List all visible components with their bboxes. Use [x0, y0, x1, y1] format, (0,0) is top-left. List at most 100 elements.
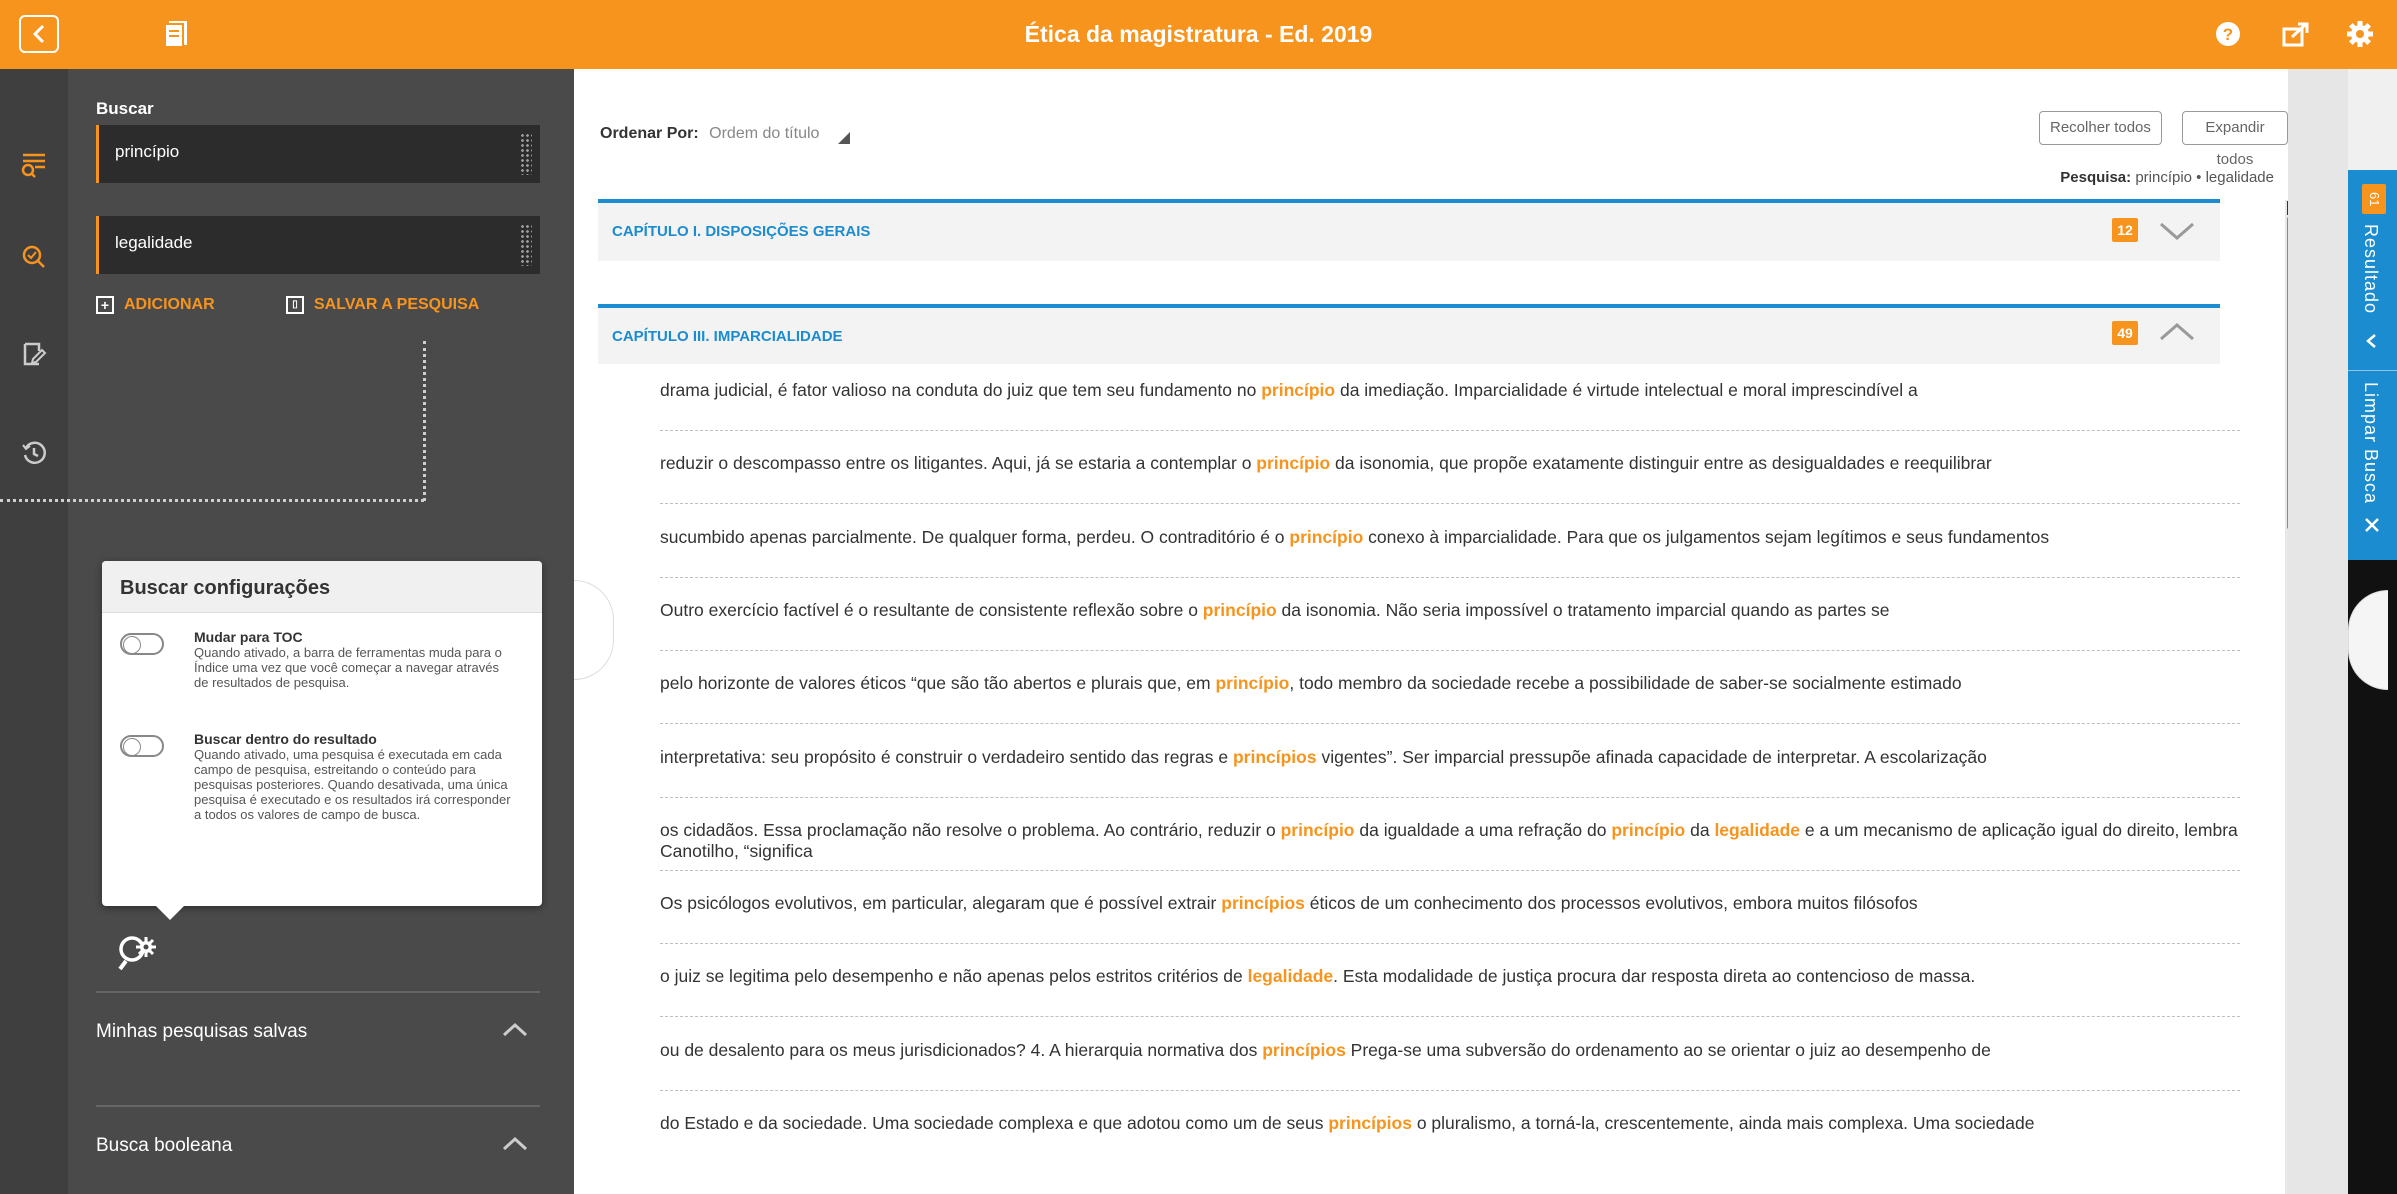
add-field-label: ADICIONAR	[124, 296, 215, 313]
snippet-text: conexo à imparcialidade. Para que os jul…	[1363, 526, 2050, 547]
boolean-search-label: Busca booleana	[96, 1135, 233, 1156]
rail-search[interactable]	[14, 237, 54, 277]
search-label: Buscar	[96, 99, 154, 118]
result-snippet[interactable]: reduzir o descompasso entre os litigante…	[660, 453, 2240, 474]
guide-dots-horizontal	[0, 499, 424, 502]
snippet-text: da isonomia. Não seria impossível o trat…	[1276, 599, 1890, 620]
saved-searches-section[interactable]: Minhas pesquisas salvas	[96, 991, 540, 1065]
collapse-all-button[interactable]: Recolher todos	[2039, 111, 2162, 145]
settings-button[interactable]	[2340, 14, 2380, 54]
snippet-text: sucumbido apenas parcialmente. De qualqu…	[660, 526, 1290, 547]
snippet-text: vigentes”. Ser imparcial pressupõe afina…	[1316, 746, 1987, 767]
snippet-text: reduzir o descompasso entre os litigante…	[660, 453, 1257, 474]
search-summary: Pesquisa: princípio • legalidade	[2060, 169, 2274, 186]
add-field-button[interactable]: + ADICIONAR	[96, 296, 215, 314]
chevron-up-icon[interactable]	[2158, 320, 2196, 344]
save-search-label: SALVAR A PESQUISA	[314, 296, 480, 313]
snippet-text: interpretativa: seu propósito é construi…	[660, 746, 1233, 767]
save-search-button[interactable]: ▯ SALVAR A PESQUISA	[286, 296, 479, 314]
clear-search-label[interactable]: Limpar Busca	[2360, 382, 2381, 504]
rail-notes[interactable]	[14, 334, 54, 374]
share-button[interactable]	[2276, 14, 2316, 54]
search-term-highlight: princípios	[1262, 1039, 1346, 1060]
snippet-text: ou de desalento para os meus jurisdicion…	[660, 1039, 1263, 1060]
search-field-2[interactable]	[96, 216, 540, 274]
dropdown-icon[interactable]	[837, 132, 850, 144]
rail-history[interactable]	[14, 433, 54, 473]
boolean-search-section[interactable]: Busca booleana	[96, 1105, 540, 1179]
sort-label: Ordenar Por:	[600, 125, 699, 142]
result-separator	[660, 649, 2240, 651]
sort-control[interactable]: Ordenar Por: Ordem do título	[600, 125, 850, 144]
result-separator	[660, 796, 2240, 798]
config-option-desc: Quando ativado, a barra de ferramentas m…	[194, 645, 502, 690]
result-snippet[interactable]: interpretativa: seu propósito é construi…	[660, 747, 2240, 768]
result-snippet[interactable]: Outro exercício factível é o resultante …	[660, 600, 2240, 621]
results-tab-label[interactable]: Resultado	[2360, 224, 2381, 314]
history-icon	[22, 441, 46, 465]
config-title: Buscar configurações	[102, 561, 542, 613]
svg-text:?: ?	[2223, 25, 2233, 44]
search-term-highlight: legalidade	[1714, 819, 1801, 840]
sort-value[interactable]: Ordem do título	[709, 125, 819, 142]
snippet-text: Os psicólogos evolutivos, em particular,…	[660, 893, 1222, 914]
snippet-text: da	[1685, 819, 1715, 840]
result-separator	[660, 1016, 2240, 1018]
search-input-1[interactable]	[115, 142, 495, 162]
search-term-highlight: princípio	[1256, 453, 1331, 474]
snippet-text: o pluralismo, a torná-la, crescentemente…	[1411, 1113, 2035, 1133]
search-field-1[interactable]	[96, 125, 540, 183]
back-button[interactable]	[19, 15, 59, 53]
close-icon[interactable]	[2363, 516, 2381, 534]
share-icon	[2282, 22, 2309, 47]
search-term-highlight: princípios	[1232, 746, 1317, 767]
snippet-text: . Esta modalidade de justiça procura dar…	[1333, 966, 1976, 987]
edit-note-icon	[23, 342, 47, 366]
result-snippet[interactable]: ou de desalento para os meus jurisdicion…	[660, 1040, 2240, 1061]
result-separator	[660, 1089, 2240, 1091]
popup-pointer	[156, 906, 184, 920]
snippet-text: do Estado e da sociedade. Uma sociedade …	[660, 1113, 1329, 1133]
result-snippet[interactable]: do Estado e da sociedade. Uma sociedade …	[660, 1113, 2240, 1134]
search-term-highlight: legalidade	[1247, 966, 1334, 987]
search-settings-icon	[118, 936, 156, 971]
chevron-left-icon[interactable]	[2363, 332, 2381, 350]
config-option-title: Mudar para TOC	[194, 629, 303, 645]
snippet-text: drama judicial, é fator valioso na condu…	[660, 380, 1262, 400]
chapter-title[interactable]: CAPÍTULO III. IMPARCIALIDADE	[612, 328, 843, 345]
toggle-switch-within[interactable]	[120, 735, 164, 757]
snippet-text: da igualdade a uma refração do	[1354, 819, 1612, 840]
result-snippet[interactable]: o juiz se legitima pelo desempenho e não…	[660, 966, 2240, 987]
drag-handle-icon[interactable]	[520, 224, 532, 266]
result-snippet[interactable]: Os psicólogos evolutivos, em particular,…	[660, 893, 2240, 914]
chevron-down-icon[interactable]	[2158, 219, 2196, 243]
result-separator	[660, 869, 2240, 871]
config-option-within: Buscar dentro do resultado Quando ativad…	[120, 731, 530, 822]
search-icon	[22, 245, 45, 268]
snippet-text: éticos de um conhecimento dos processos …	[1304, 893, 1918, 914]
snippet-text: da imediação. Imparcialidade é virtude i…	[1335, 380, 1918, 400]
chapter-1: CAPÍTULO I. DISPOSIÇÕES GERAIS 12	[598, 199, 2220, 261]
toggle-switch-toc[interactable]	[120, 633, 164, 655]
search-config-button[interactable]	[116, 931, 160, 975]
result-snippet[interactable]: pelo horizonte de valores éticos “que sã…	[660, 673, 2240, 694]
result-snippet[interactable]: sucumbido apenas parcialmente. De qualqu…	[660, 527, 2240, 548]
drag-handle-icon[interactable]	[520, 133, 532, 175]
expand-all-button[interactable]: Expandir todos	[2182, 111, 2288, 168]
right-margin	[2288, 69, 2348, 1194]
hit-count-badge: 12	[2112, 218, 2138, 242]
chapter-title[interactable]: CAPÍTULO I. DISPOSIÇÕES GERAIS	[612, 223, 870, 240]
saved-searches-label: Minhas pesquisas salvas	[96, 1021, 308, 1042]
config-option-toc: Mudar para TOC Quando ativado, a barra d…	[120, 629, 530, 690]
save-icon: ▯	[286, 296, 304, 314]
book-button[interactable]	[156, 14, 196, 54]
help-icon: ?	[2216, 22, 2240, 46]
search-term-highlight: princípios	[1221, 893, 1305, 914]
search-input-2[interactable]	[115, 233, 495, 253]
rail-toc-search[interactable]	[14, 145, 54, 185]
help-button[interactable]: ?	[2208, 14, 2248, 54]
result-snippet[interactable]: drama judicial, é fator valioso na condu…	[660, 380, 2240, 401]
result-snippet[interactable]: os cidadãos. Essa proclamação não resolv…	[660, 820, 2240, 862]
tab-divider	[2348, 370, 2397, 371]
snippet-text: da isonomia, que propõe exatamente disti…	[1330, 453, 1992, 474]
